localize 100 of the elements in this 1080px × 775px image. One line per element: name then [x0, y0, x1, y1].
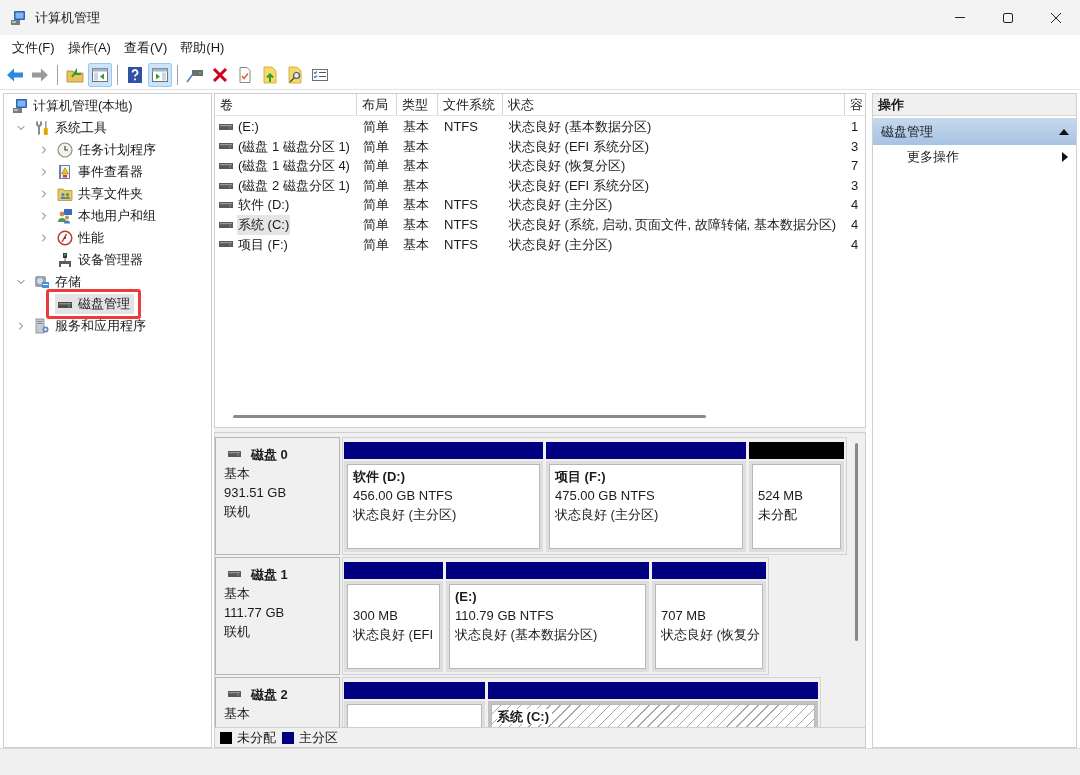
action-pane-toggle-button[interactable] — [148, 62, 172, 87]
table-cell-text: 简单 — [362, 235, 390, 254]
tree-item[interactable]: 事件查看器 — [55, 162, 147, 182]
table-cell[interactable]: (磁盘 1 磁盘分区 1) — [237, 136, 351, 157]
computer-icon — [10, 9, 26, 26]
tree-item[interactable]: 性能 — [55, 228, 108, 248]
table-cell-text: 状态良好 (基本数据分区) — [508, 118, 653, 137]
gauge-icon — [57, 230, 73, 246]
partition-label: 软件 (D:) — [353, 469, 406, 484]
tree-item[interactable]: 设备管理器 — [55, 250, 147, 270]
vertical-scrollbar[interactable] — [855, 443, 858, 641]
table-cell-text: 4 — [850, 235, 860, 254]
partition-status: 状态良好 (基本数据分区) — [455, 626, 598, 644]
action-item[interactable]: 更多操作 — [907, 147, 1062, 167]
tree-item[interactable]: 本地用户和组 — [55, 206, 160, 226]
column-header[interactable]: 类型 — [397, 94, 438, 115]
table-cell-text: 基本 — [402, 157, 430, 176]
menu-item[interactable]: 帮助(H) — [174, 36, 231, 59]
pane-left-icon — [91, 65, 109, 84]
storage-icon — [34, 274, 50, 290]
checked-document-icon — [236, 65, 254, 84]
horizontal-scrollbar[interactable] — [233, 414, 706, 418]
column-header[interactable]: 卷 — [215, 94, 357, 115]
column-header[interactable]: 文件系统 — [438, 94, 503, 115]
drive-icon — [228, 571, 241, 577]
table-cell-text: 简单 — [362, 216, 390, 234]
disk-size: 111.77 GB — [224, 604, 285, 622]
table-cell-text: NTFS — [443, 216, 479, 234]
log-book-icon — [57, 164, 73, 180]
tree-item[interactable]: 任务计划程序 — [55, 140, 160, 160]
tree-item[interactable]: 计算机管理(本地) — [10, 96, 137, 116]
table-cell[interactable]: 系统 (C:) — [237, 215, 291, 235]
tree-item[interactable]: 共享文件夹 — [55, 184, 147, 204]
table-cell-text: 状态良好 (恢复分区) — [508, 157, 627, 176]
drive-icon — [228, 451, 241, 457]
table-cell-text: 简单 — [362, 118, 390, 137]
column-header[interactable]: 状态 — [503, 94, 845, 115]
table-cell-text: 基本 — [402, 235, 430, 254]
collapse-arrow-icon[interactable] — [1059, 128, 1069, 135]
tree-item[interactable]: 服务和应用程序 — [32, 316, 150, 336]
submenu-arrow-icon[interactable] — [1062, 152, 1068, 162]
disk-status: 联机 — [224, 503, 250, 521]
table-cell-text: 基本 — [402, 176, 430, 195]
partition-status: 状态良好 (EFI — [353, 626, 434, 644]
device-icon — [57, 252, 73, 268]
table-cell-text: 基本 — [402, 196, 430, 215]
pane-title: 操作 — [878, 95, 904, 114]
window-title: 计算机管理 — [35, 8, 100, 27]
table-cell-text: 4 — [850, 196, 860, 215]
menu-item[interactable]: 操作(A) — [61, 36, 117, 59]
tree-item[interactable]: 存储 — [32, 272, 85, 292]
partition-size: 300 MB — [353, 607, 398, 625]
tree-item[interactable]: 磁盘管理 — [55, 294, 134, 314]
console-tree-toggle-button[interactable] — [88, 62, 112, 87]
legend-label: 未分配 — [237, 728, 276, 747]
drive-icon — [219, 143, 233, 150]
table-cell-text: NTFS — [443, 235, 479, 254]
disk-name: 磁盘 0 — [251, 445, 288, 464]
users-icon — [57, 208, 73, 224]
minimize-icon — [955, 17, 965, 18]
disk-type: 基本 — [224, 465, 250, 483]
table-cell[interactable]: (E:) — [237, 117, 260, 137]
column-header[interactable]: 容 — [845, 94, 865, 115]
table-cell-text: 状态良好 (主分区) — [508, 235, 614, 254]
table-cell[interactable]: 项目 (F:) — [237, 234, 289, 255]
help-icon — [126, 65, 144, 84]
table-cell[interactable]: (磁盘 1 磁盘分区 4) — [237, 156, 351, 176]
partition-label: 系统 (C:) — [497, 709, 552, 724]
menu-item[interactable]: 文件(F) — [6, 36, 61, 59]
page-up-arrow-icon — [261, 65, 279, 84]
legend-label: 主分区 — [299, 728, 338, 747]
drive-icon — [219, 221, 233, 228]
table-cell-text: 1 — [850, 118, 860, 137]
partition-size: 475.00 GB NTFS — [555, 487, 655, 505]
table-cell[interactable]: (磁盘 2 磁盘分区 1) — [237, 175, 351, 196]
menu-item[interactable]: 查看(V) — [117, 36, 174, 59]
table-cell-text: 简单 — [362, 137, 390, 156]
partition-status: 状态良好 (恢复分 — [661, 626, 760, 644]
partition-label: 项目 (F:) — [555, 469, 607, 484]
column-header[interactable]: 布局 — [357, 94, 397, 115]
maximize-icon — [1003, 12, 1013, 23]
tree-item[interactable]: 系统工具 — [32, 118, 111, 138]
action-group-header[interactable]: 磁盘管理 — [873, 118, 1076, 145]
partition-size: 524 MB — [758, 487, 803, 505]
partition-size: 456.00 GB NTFS — [353, 487, 453, 505]
table-cell-text: 基本 — [402, 216, 430, 234]
partition-status: 状态良好 (主分区) — [555, 506, 659, 524]
clock-icon — [57, 142, 73, 158]
table-cell-text: 状态良好 (系统, 启动, 页面文件, 故障转储, 基本数据分区) — [508, 216, 838, 234]
table-cell-text: 简单 — [362, 196, 390, 215]
table-cell-text: 7 — [850, 157, 860, 176]
disk-size: 931.51 GB — [224, 484, 287, 502]
disk-name: 磁盘 2 — [251, 685, 288, 704]
folder-up-icon — [66, 65, 84, 84]
close-icon — [1051, 12, 1061, 23]
table-cell[interactable]: 软件 (D:) — [237, 195, 291, 215]
table-cell-text: 3 — [850, 176, 860, 195]
table-cell-text: NTFS — [443, 118, 479, 137]
partition-size: 110.79 GB NTFS — [455, 607, 554, 625]
partition-status: 状态良好 (主分区) — [353, 506, 457, 524]
